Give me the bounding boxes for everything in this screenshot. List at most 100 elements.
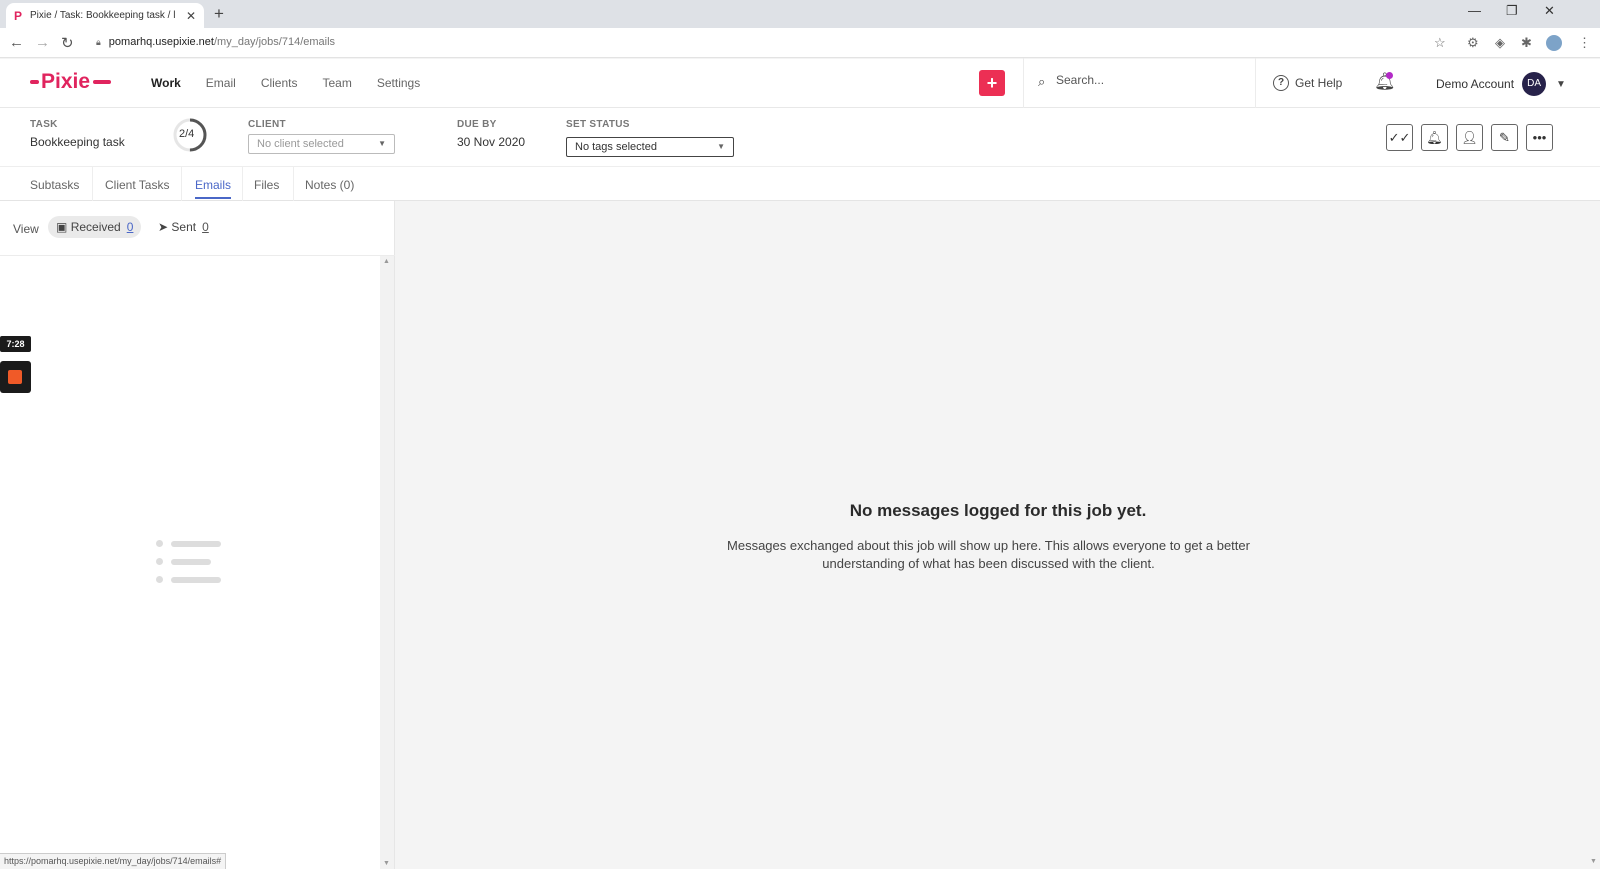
placeholder-row bbox=[156, 558, 221, 565]
account-name: Demo Account bbox=[1436, 77, 1515, 91]
send-icon: ➤ bbox=[158, 220, 169, 234]
reload-icon[interactable]: ↻ bbox=[61, 34, 74, 52]
status-select[interactable]: No tags selected ▼ bbox=[566, 137, 734, 157]
task-name[interactable]: Bookkeeping task bbox=[30, 135, 125, 149]
inbox-icon: ▣ bbox=[56, 220, 68, 234]
extensions-puzzle-icon[interactable]: ✱ bbox=[1521, 35, 1532, 51]
view-label: View bbox=[13, 222, 39, 236]
status-label: SET STATUS bbox=[566, 119, 630, 130]
due-date[interactable]: 30 Nov 2020 bbox=[457, 135, 525, 149]
lock-icon: 🔒︎ bbox=[96, 37, 101, 47]
app-header: Pixie Work Email Clients Team Settings +… bbox=[0, 59, 1600, 108]
complete-button[interactable]: ✓✓ bbox=[1386, 124, 1413, 151]
nav-clients[interactable]: Clients bbox=[261, 76, 298, 90]
browser-tab-title: Pixie / Task: Bookkeeping task / l bbox=[30, 10, 176, 21]
nav-work[interactable]: Work bbox=[151, 76, 181, 90]
extension-icon[interactable]: ⚙ bbox=[1467, 35, 1479, 51]
email-view-filter: View ▣ Received 0 ➤ Sent 0 bbox=[0, 201, 395, 256]
client-select-value: No client selected bbox=[257, 138, 344, 150]
placeholder-row bbox=[156, 540, 221, 547]
account-menu[interactable]: Demo Account DA ▼ bbox=[1436, 72, 1566, 96]
due-label: DUE BY bbox=[457, 119, 497, 130]
new-tab-icon[interactable]: + bbox=[214, 4, 224, 24]
url-host: pomarhq.usepixie.net bbox=[108, 36, 214, 48]
sent-count: 0 bbox=[202, 220, 209, 234]
nav-email[interactable]: Email bbox=[206, 76, 236, 90]
tab-files[interactable]: Files bbox=[254, 178, 279, 192]
add-user-icon: 👤︎ bbox=[1461, 130, 1478, 145]
browser-menu-icon[interactable]: ⋮ bbox=[1578, 35, 1591, 51]
empty-list-illustration bbox=[156, 540, 221, 594]
back-icon[interactable]: ← bbox=[9, 34, 24, 51]
more-options-button[interactable]: ••• bbox=[1526, 124, 1553, 151]
brand-name: Pixie bbox=[41, 70, 91, 93]
get-help-button[interactable]: ? Get Help bbox=[1273, 75, 1342, 91]
tab-divider bbox=[293, 167, 294, 202]
url-path: /my_day/jobs/714/emails bbox=[213, 36, 336, 48]
stop-recording-button[interactable] bbox=[0, 361, 31, 393]
empty-state-text: Messages exchanged about this job will s… bbox=[727, 538, 1250, 571]
placeholder-row bbox=[156, 576, 221, 583]
search-box: ⌕ bbox=[1023, 58, 1256, 108]
task-header: TASK Bookkeeping task 2/4 CLIENT No clie… bbox=[0, 108, 1600, 166]
browser-profile-avatar[interactable] bbox=[1546, 35, 1562, 51]
search-input[interactable] bbox=[1056, 73, 1236, 87]
scroll-down-icon[interactable]: ▼ bbox=[383, 860, 390, 867]
received-label: Received bbox=[70, 220, 121, 234]
assign-user-button[interactable]: 👤︎ bbox=[1456, 124, 1483, 151]
list-scrollbar[interactable]: ▲ ▼ bbox=[380, 256, 394, 869]
nav-settings[interactable]: Settings bbox=[377, 76, 420, 90]
nav-team[interactable]: Team bbox=[323, 76, 352, 90]
sent-filter-button[interactable]: ➤ Sent 0 bbox=[150, 216, 217, 238]
bell-icon: 🔔︎ bbox=[1426, 130, 1443, 145]
tab-client-tasks[interactable]: Client Tasks bbox=[105, 178, 169, 192]
pencil-icon: ✎ bbox=[1499, 130, 1510, 145]
pixie-favicon-icon: P bbox=[14, 8, 23, 23]
forward-icon[interactable]: → bbox=[35, 34, 50, 51]
email-detail-area: No messages logged for this job yet. Mes… bbox=[396, 201, 1600, 869]
help-circle-icon: ? bbox=[1273, 75, 1289, 91]
tab-subtasks[interactable]: Subtasks bbox=[30, 178, 79, 192]
empty-state-title: No messages logged for this job yet. bbox=[849, 501, 1147, 520]
browser-addressbar: ← → ↻ 🔒︎ pomarhq.usepixie.net/my_day/jobs… bbox=[0, 28, 1600, 58]
url-field[interactable]: 🔒︎ pomarhq.usepixie.net/my_day/jobs/714/e… bbox=[96, 36, 335, 48]
browser-tabbar: P Pixie / Task: Bookkeeping task / l ✕ +… bbox=[0, 0, 1600, 28]
tab-divider bbox=[242, 167, 243, 202]
top-nav: Work Email Clients Team Settings bbox=[151, 76, 420, 90]
status-select-value: No tags selected bbox=[575, 141, 657, 153]
reminder-button[interactable]: 🔔︎ bbox=[1421, 124, 1448, 151]
extension-translate-icon[interactable]: ◈ bbox=[1495, 35, 1505, 51]
scroll-down-icon[interactable]: ▼ bbox=[1590, 858, 1597, 865]
logo-bar-left bbox=[30, 80, 39, 84]
window-close-icon[interactable]: ✕ bbox=[1544, 3, 1555, 19]
double-check-icon: ✓✓ bbox=[1388, 130, 1411, 145]
edit-button[interactable]: ✎ bbox=[1491, 124, 1518, 151]
pixie-logo[interactable]: Pixie bbox=[30, 70, 112, 94]
close-tab-icon[interactable]: ✕ bbox=[186, 9, 196, 23]
chevron-down-icon: ▼ bbox=[1556, 78, 1566, 90]
search-icon: ⌕ bbox=[1038, 74, 1046, 89]
chevron-down-icon: ▼ bbox=[378, 139, 386, 148]
notifications-bell-icon[interactable]: 🔔︎ bbox=[1374, 72, 1396, 92]
received-count: 0 bbox=[126, 220, 134, 234]
more-dots-icon: ••• bbox=[1532, 130, 1547, 145]
notification-dot bbox=[1386, 72, 1393, 79]
status-bar-url: https://pomarhq.usepixie.net/my_day/jobs… bbox=[0, 853, 227, 869]
received-filter-button[interactable]: ▣ Received 0 bbox=[48, 216, 142, 238]
sent-label: Sent bbox=[171, 220, 197, 234]
tab-notes[interactable]: Notes (0) bbox=[305, 178, 354, 192]
tab-emails[interactable]: Emails bbox=[195, 178, 232, 199]
minimize-icon[interactable]: — bbox=[1468, 3, 1481, 18]
recording-timer: 7:28 bbox=[0, 336, 31, 352]
add-new-button[interactable]: + bbox=[979, 70, 1005, 96]
bookmark-star-icon[interactable]: ☆ bbox=[1434, 35, 1446, 51]
browser-tab[interactable]: P Pixie / Task: Bookkeeping task / l ✕ bbox=[6, 3, 204, 28]
avatar: DA bbox=[1522, 72, 1547, 96]
scroll-up-icon[interactable]: ▲ bbox=[383, 258, 390, 265]
client-select[interactable]: No client selected ▼ bbox=[248, 134, 395, 154]
logo-bar-right bbox=[93, 80, 112, 84]
main-scrollbar[interactable]: ▼ bbox=[1588, 201, 1600, 869]
tab-divider bbox=[181, 167, 182, 202]
restore-icon[interactable]: ❐ bbox=[1506, 3, 1518, 19]
client-label: CLIENT bbox=[248, 119, 286, 130]
